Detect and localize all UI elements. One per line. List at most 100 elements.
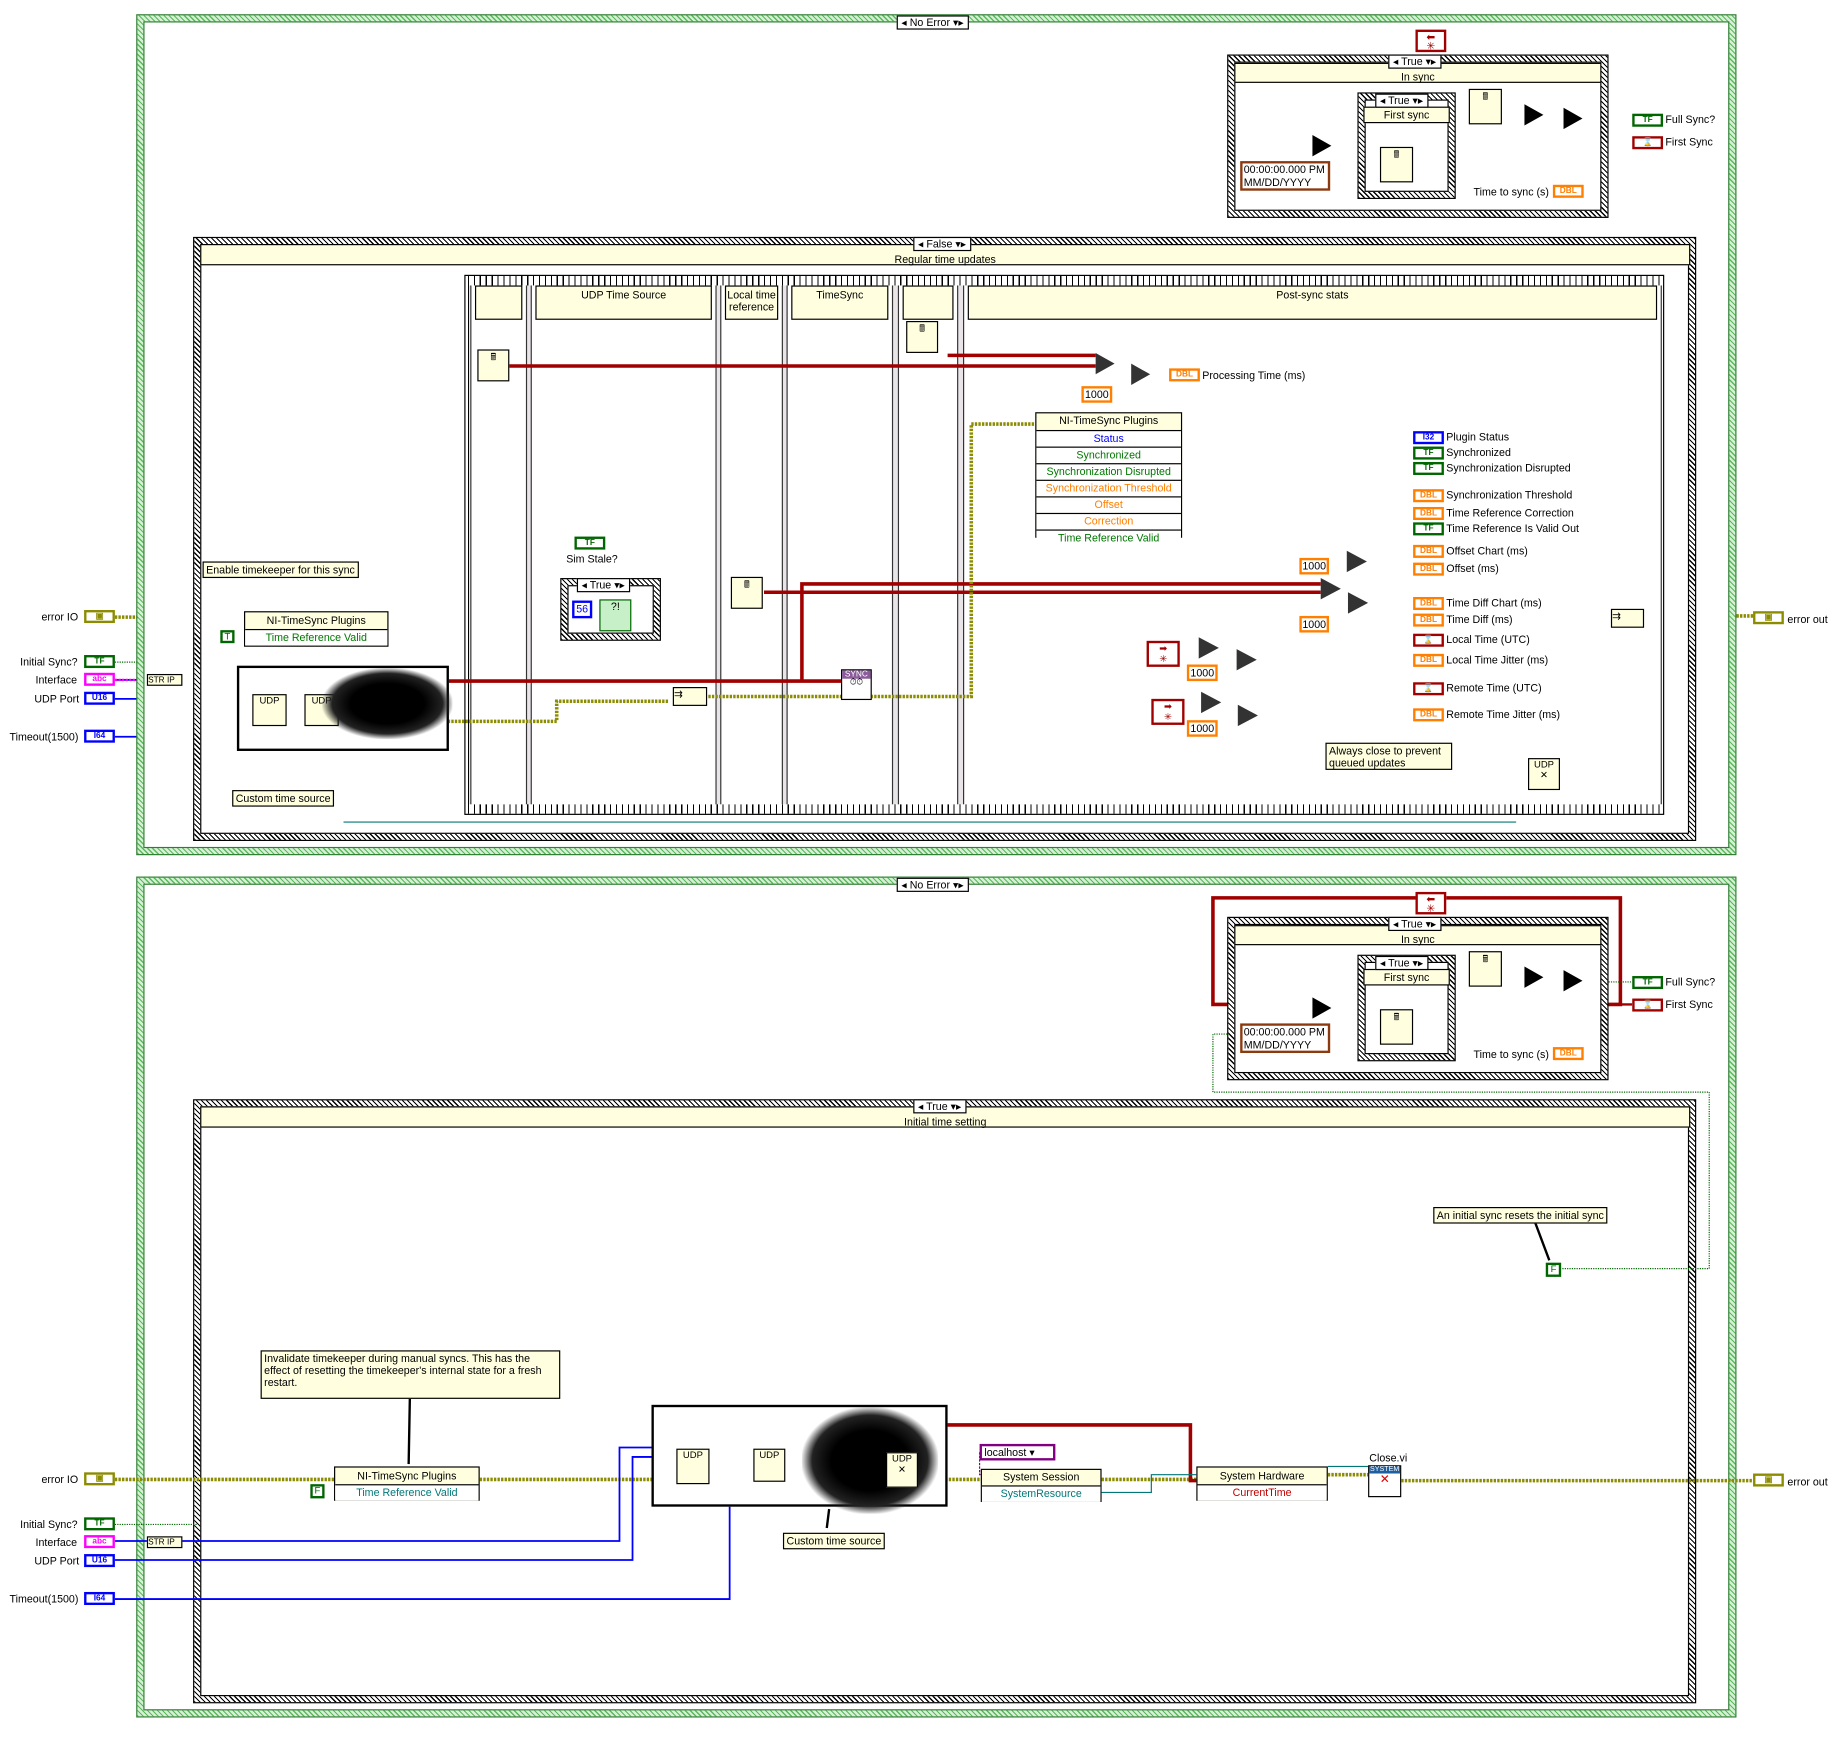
get-date-time-icon: 🖩: [906, 320, 939, 353]
selector-label: True: [1401, 917, 1423, 930]
initial-sync-label: Initial Sync?: [20, 656, 78, 669]
indicator-label: Local Time (UTC): [1446, 633, 1530, 646]
constant-1000[interactable]: 1000: [1081, 386, 1113, 403]
processing-time-label: Processing Time (ms): [1202, 369, 1306, 382]
indicator-terminal[interactable]: DBL: [1413, 562, 1444, 576]
interface-terminal[interactable]: abc: [84, 1535, 115, 1549]
full-sync-terminal[interactable]: TF: [1632, 976, 1664, 990]
property-node-title: System Hardware: [1219, 1469, 1305, 1482]
processing-time-terminal[interactable]: DBL: [1169, 368, 1200, 382]
initial-sync-terminal[interactable]: TF: [84, 1517, 115, 1531]
multiply-function-icon: [1347, 592, 1369, 614]
error-io-terminal[interactable]: ▣: [84, 610, 115, 624]
indicator-terminal[interactable]: ⌛: [1413, 633, 1444, 647]
time-to-sync-terminal[interactable]: DBL: [1552, 1047, 1584, 1061]
property-time-reference-valid[interactable]: Time Reference Valid: [335, 1484, 479, 1501]
multiply-function-icon: [1237, 704, 1258, 727]
system-session-property-node[interactable]: System Session SystemResource: [980, 1468, 1102, 1502]
sim-stale-control[interactable]: TF: [574, 536, 606, 550]
udp-icon-label: UDP: [891, 1453, 912, 1465]
multiply-function-icon: [1346, 550, 1367, 573]
indicator-terminal[interactable]: DBL: [1413, 506, 1444, 520]
indicator-terminal[interactable]: DBL: [1413, 653, 1444, 667]
property-node-title: NI-TimeSync Plugins: [266, 614, 366, 627]
string-to-ip-icon: STR IP: [146, 673, 183, 686]
block-diagram: ◂ No Error ▾▸ ⬅ ✳ In sync ◂ True ▾▸ First…: [0, 0, 1836, 1757]
indicator-terminal[interactable]: DBL: [1413, 596, 1444, 611]
comment-invalidate-timekeeper: Invalidate timekeeper during manual sync…: [260, 1350, 561, 1399]
indicator-label: Time Reference Is Valid Out: [1446, 522, 1579, 535]
indicator-label: Local Time Jitter (ms): [1446, 653, 1549, 666]
indicator-terminal[interactable]: I32: [1413, 431, 1444, 445]
timestamp-format: MM/DD/YYYY: [1243, 1038, 1312, 1051]
constant-1000[interactable]: 1000: [1186, 664, 1218, 682]
property-current-time[interactable]: CurrentTime: [1197, 1484, 1327, 1501]
subtract-function-icon: [1198, 637, 1219, 659]
localhost-constant[interactable]: localhost ▾: [979, 1443, 1056, 1461]
property-status[interactable]: Status: [1036, 429, 1181, 447]
timeout-terminal[interactable]: I64: [84, 729, 115, 743]
sync-status-block-bottom: ⬅ ✳ In sync ◂ True ▾▸ First sync ◂ True ▾▸ 🖩 🖩 0…: [0, 862, 1836, 1099]
nitimesync-plugins-property-node[interactable]: NI-TimeSync Plugins Status Synchronized …: [1035, 412, 1183, 547]
greater-or-equal-icon: [1563, 970, 1583, 992]
constant-1000[interactable]: 1000: [1299, 615, 1330, 633]
initial-sync-terminal[interactable]: TF: [84, 655, 115, 669]
close-icon-label: SYSTEM: [1369, 1466, 1401, 1474]
property-synchronization-disrupted[interactable]: Synchronization Disrupted: [1036, 463, 1181, 480]
error-out-terminal[interactable]: ▣: [1753, 1473, 1784, 1487]
comment-always-close: Always close to prevent queued updates: [1325, 742, 1453, 770]
false-constant[interactable]: F: [310, 1484, 325, 1499]
multiply-function-icon: [1131, 363, 1151, 385]
constant-1000[interactable]: 1000: [1299, 557, 1330, 575]
property-synchronized[interactable]: Synchronized: [1036, 446, 1181, 464]
indicator-label: Synchronization Threshold: [1446, 489, 1573, 502]
sim-stale-selector[interactable]: ◂ True ▾▸: [576, 578, 630, 593]
property-synchronization-threshold[interactable]: Synchronization Threshold: [1036, 479, 1181, 497]
indicator-terminal[interactable]: TF: [1413, 461, 1444, 475]
indicator-terminal[interactable]: ⌛: [1413, 682, 1444, 696]
comment-enable-timekeeper: Enable timekeeper for this sync: [202, 561, 359, 579]
time-to-sync-label: Time to sync (s): [1473, 1048, 1549, 1061]
nitimesync-plugins-property-node-left[interactable]: NI-TimeSync Plugins Time Reference Valid: [244, 611, 389, 647]
false-constant[interactable]: F: [1545, 1262, 1562, 1277]
first-sync-terminal[interactable]: ⌛: [1632, 998, 1664, 1012]
error-out-terminal[interactable]: ▣: [1753, 611, 1784, 625]
comment-initial-sync: An initial sync resets the initial sync: [1433, 1207, 1608, 1224]
first-sync-selector[interactable]: ◂ True ▾▸: [1375, 955, 1429, 971]
indicator-terminal[interactable]: DBL: [1413, 489, 1444, 503]
error-io-label: error IO: [41, 611, 79, 624]
indicator-label: Time Diff (ms): [1446, 613, 1513, 626]
comment-custom-time-source: Custom time source: [232, 790, 335, 807]
sim-stale-label: Sim Stale?: [566, 553, 618, 566]
error-io-terminal[interactable]: ▣: [84, 1472, 115, 1486]
nitimesync-plugins-property-node-bottom[interactable]: NI-TimeSync Plugins Time Reference Valid: [334, 1466, 480, 1501]
indicator-label: Time Diff Chart (ms): [1446, 596, 1542, 609]
error-code-constant[interactable]: 56: [572, 600, 593, 619]
udp-port-terminal[interactable]: U16: [84, 1554, 115, 1568]
indicator-terminal[interactable]: TF: [1413, 446, 1444, 460]
sync-icon-label: SYNC: [842, 670, 871, 679]
true-constant[interactable]: T: [220, 630, 235, 644]
in-sync-selector[interactable]: ◂ True ▾▸: [1388, 916, 1442, 932]
timeout-terminal[interactable]: I64: [84, 1591, 115, 1605]
udp-port-terminal[interactable]: U16: [84, 691, 115, 705]
interface-terminal[interactable]: abc: [84, 672, 115, 686]
property-offset[interactable]: Offset: [1036, 496, 1181, 513]
udp-port-label: UDP Port: [34, 692, 80, 705]
indicator-terminal[interactable]: TF: [1413, 522, 1444, 536]
case-selector-true[interactable]: ◂ True ▾▸: [913, 1099, 967, 1114]
udp-open-icon: UDP: [252, 694, 287, 727]
indicator-terminal[interactable]: DBL: [1413, 544, 1444, 558]
constant-1000[interactable]: 1000: [1186, 720, 1218, 737]
system-hardware-property-node[interactable]: System Hardware CurrentTime: [1196, 1466, 1328, 1501]
indicator-terminal[interactable]: DBL: [1413, 708, 1444, 722]
property-time-reference-valid[interactable]: Time Reference Valid: [245, 628, 388, 646]
property-system-resource[interactable]: SystemResource: [981, 1485, 1101, 1502]
udp-open-icon: UDP: [676, 1448, 710, 1485]
timestamp-value: 00:00:00.000 PM: [1243, 1025, 1325, 1038]
property-correction[interactable]: Correction: [1036, 512, 1181, 530]
property-time-reference-valid[interactable]: Time Reference Valid: [1036, 529, 1181, 547]
indicator-terminal[interactable]: DBL: [1413, 613, 1444, 627]
timestamp-constant[interactable]: 00:00:00.000 PM MM/DD/YYYY: [1240, 1023, 1331, 1054]
udp-close-icon: UDP ✕: [1528, 758, 1560, 791]
